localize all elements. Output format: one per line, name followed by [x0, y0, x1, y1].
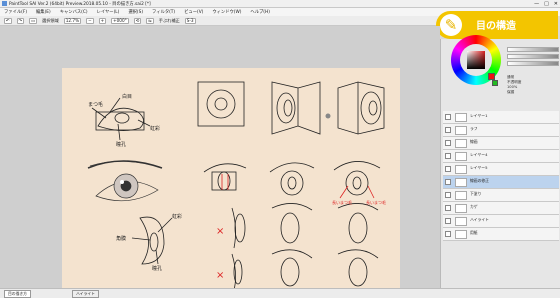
document-tab[interactable]: ハイライト: [72, 290, 99, 298]
background-color-swatch[interactable]: [492, 80, 498, 86]
layer-thumbnail: [455, 204, 467, 213]
zoom-in-button[interactable]: +: [98, 17, 107, 24]
hue-slider[interactable]: [507, 47, 559, 52]
label-cornea: 角膜: [116, 235, 126, 242]
layer-row[interactable]: レイヤー4: [443, 150, 559, 163]
layer-row[interactable]: ハイライト: [443, 215, 559, 228]
menu-canvas[interactable]: キャンバス(C): [60, 9, 88, 15]
layer-row-selected[interactable]: 線画の修正: [443, 176, 559, 189]
right-panel: 通常 不透明度 100% 保護 レイヤー1 ラフ 線画 レイヤー4 レイヤー5 …: [440, 35, 560, 290]
zoom-out-button[interactable]: −: [86, 17, 94, 24]
menu-view[interactable]: ビュー(V): [184, 9, 203, 15]
label-pupil: 瞳孔: [116, 141, 126, 148]
eye-icon[interactable]: [445, 140, 451, 146]
stabilizer-label: 手ぶれ補正: [158, 17, 180, 23]
note-left-lashes: 長いまつ毛: [332, 199, 352, 205]
close-button[interactable]: ✕: [554, 1, 558, 7]
zoom-field[interactable]: 12.7%: [63, 17, 82, 24]
layer-thumbnail: [455, 139, 467, 148]
minimize-button[interactable]: —: [534, 1, 539, 7]
label-iris-side: 虹彩: [172, 213, 182, 220]
foreground-color-swatch[interactable]: [488, 73, 495, 80]
layer-thumbnail: [455, 152, 467, 161]
protect-checkbox[interactable]: 保護: [507, 90, 559, 95]
layer-thumbnail: [455, 191, 467, 200]
eye-icon[interactable]: [445, 192, 451, 198]
topic-title: 目の構造: [476, 21, 516, 32]
rotate-button[interactable]: ⟲: [133, 17, 142, 24]
layer-list: レイヤー1 ラフ 線画 レイヤー4 レイヤー5 線画の修正 下塗り カゲ ハイラ…: [443, 111, 559, 241]
app-icon: [2, 1, 7, 6]
eye-icon[interactable]: [445, 205, 451, 211]
eye-icon[interactable]: [445, 127, 451, 133]
topic-badge: ✎ 目の構造: [436, 11, 558, 39]
eye-icon[interactable]: [445, 218, 451, 224]
wrong-mark-2: ×: [216, 270, 224, 281]
menu-window[interactable]: ウィンドウ(W): [212, 9, 241, 15]
layer-thumbnail: [455, 178, 467, 187]
label-sclera: 白目: [122, 93, 132, 100]
deselect-button[interactable]: ▭: [29, 17, 37, 24]
document-tab-active[interactable]: 目の描き方: [4, 290, 31, 298]
undo-button[interactable]: ↶: [4, 17, 12, 24]
eye-structure-drawing: 白目 まつ毛 虹彩 瞳孔 虹彩 角膜 瞳孔 長いまつ毛 長いまつ毛 × ×: [87, 81, 386, 291]
anime-eye-studies: [203, 161, 381, 291]
selection-label: 選択領域: [42, 17, 59, 23]
eye-icon[interactable]: [445, 153, 451, 159]
layer-row[interactable]: 線画: [443, 137, 559, 150]
layer-thumbnail: [455, 217, 467, 226]
color-sliders: [507, 47, 559, 68]
note-right-lashes: 長いまつ毛: [366, 199, 386, 205]
maximize-button[interactable]: □: [544, 1, 549, 7]
perspective-boxes: [197, 81, 385, 135]
pencil-icon: ✎: [440, 14, 462, 36]
menu-edit[interactable]: 編集(E): [36, 9, 51, 15]
label-lashes: まつ毛: [88, 101, 103, 108]
menu-help[interactable]: ヘルプ(H): [250, 9, 269, 15]
eye-icon[interactable]: [445, 166, 451, 172]
layer-thumbnail: [455, 126, 467, 135]
value-slider[interactable]: [507, 61, 559, 66]
eye-icon[interactable]: [445, 231, 451, 237]
layer-row[interactable]: レイヤー5: [443, 163, 559, 176]
eye-icon[interactable]: [445, 114, 451, 120]
menu-file[interactable]: ファイル(F): [4, 9, 27, 15]
layer-row[interactable]: 下塗り: [443, 189, 559, 202]
canvas-viewport[interactable]: 白目 まつ毛 虹彩 瞳孔 虹彩 角膜 瞳孔 長いまつ毛 長いまつ毛 × ×: [0, 26, 440, 294]
layer-row[interactable]: カゲ: [443, 202, 559, 215]
realistic-eye-sketch: [87, 160, 163, 202]
drawing-canvas[interactable]: 白目 まつ毛 虹彩 瞳孔 虹彩 角膜 瞳孔 長いまつ毛 長いまつ毛 × ×: [62, 68, 400, 294]
menu-layer[interactable]: レイヤー(L): [97, 9, 120, 15]
stabilizer-select[interactable]: S-3: [184, 17, 196, 24]
menu-filter[interactable]: フィルタ(T): [152, 9, 175, 15]
label-pupil-side: 瞳孔: [152, 265, 162, 272]
window-title: PaintTool SAI Ver.2 (64bit) Preview.2018…: [9, 2, 151, 7]
side-eye-sketch: [131, 216, 173, 265]
layer-thumbnail: [455, 165, 467, 174]
layer-row[interactable]: ラフ: [443, 124, 559, 137]
paint-app-window: PaintTool SAI Ver.2 (64bit) Preview.2018…: [0, 0, 560, 298]
flip-button[interactable]: ⇋: [146, 17, 154, 24]
tool-options-bar: ↶ ↷ ▭ 選択領域 12.7% − + +000° ⟲ ⇋ 手ぶれ補正 S-3: [0, 16, 440, 26]
status-bar: 目の描き方 ハイライト: [0, 288, 560, 298]
label-iris: 虹彩: [150, 125, 160, 132]
cursor-marker: [325, 113, 331, 119]
layer-row[interactable]: レイヤー1: [443, 111, 559, 124]
title-bar: PaintTool SAI Ver.2 (64bit) Preview.2018…: [0, 0, 560, 8]
layer-thumbnail: [455, 113, 467, 122]
layer-thumbnail: [455, 230, 467, 239]
saturation-slider[interactable]: [507, 54, 559, 59]
layer-row[interactable]: 用紙: [443, 228, 559, 241]
layer-properties: 通常 不透明度 100% 保護: [507, 75, 559, 95]
wrong-mark-1: ×: [216, 226, 224, 237]
eye-icon[interactable]: [445, 179, 451, 185]
angle-field[interactable]: +000°: [111, 17, 129, 24]
menu-selection[interactable]: 選択(S): [128, 9, 143, 15]
redo-button[interactable]: ↷: [16, 17, 25, 24]
saturation-value-square[interactable]: [467, 51, 485, 69]
red-corrections: [221, 174, 375, 199]
